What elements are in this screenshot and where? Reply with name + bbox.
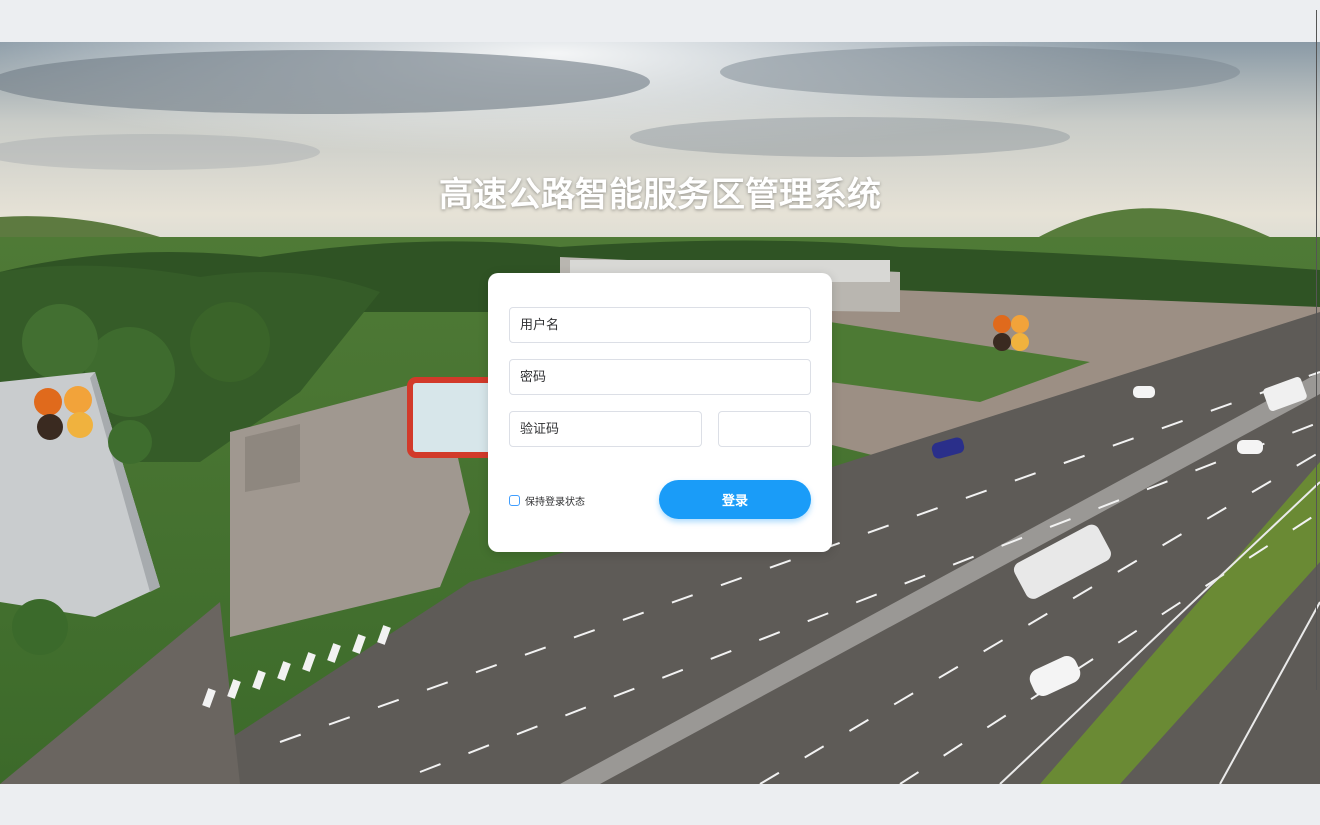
remember-me-checkbox[interactable]: 保持登录状态 <box>509 492 585 508</box>
top-gutter <box>0 0 1320 42</box>
captcha-image[interactable] <box>718 411 811 447</box>
login-card: 保持登录状态 登录 <box>488 273 832 552</box>
remember-me-label: 保持登录状态 <box>525 496 585 508</box>
page-title: 高速公路智能服务区管理系统 <box>439 175 881 215</box>
bottom-gutter <box>0 784 1320 825</box>
login-button[interactable]: 登录 <box>659 480 811 519</box>
username-input[interactable] <box>509 307 811 343</box>
window-edge-divider <box>1316 10 1317 690</box>
captcha-input[interactable] <box>509 411 702 447</box>
password-input[interactable] <box>509 359 811 395</box>
checkbox-icon[interactable] <box>509 494 520 506</box>
